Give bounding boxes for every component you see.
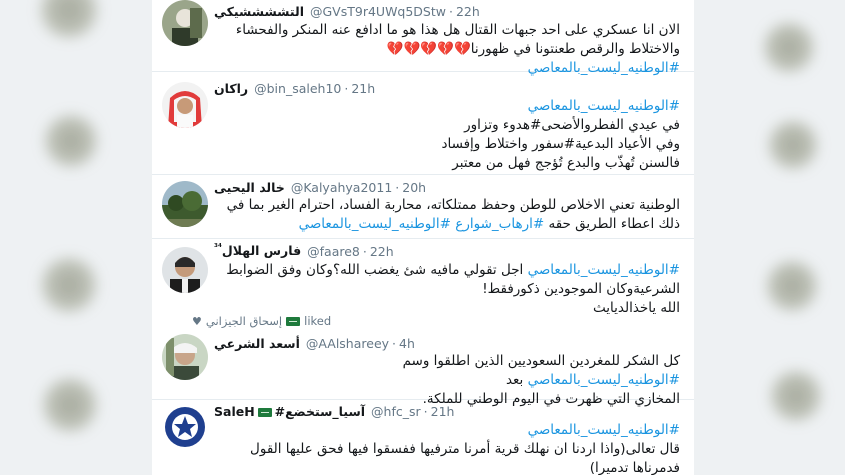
tweet-text-line: #الوطنيه_ليست_بالمعاصي بعد	[214, 371, 680, 390]
tweet-body: الان انا عسكري على احد جبهات القتال هل ه…	[214, 21, 680, 78]
handle[interactable]: @faare8	[307, 244, 360, 259]
hashtag-link[interactable]: #الوطنيه_ليست_بالمعاصي	[528, 262, 680, 278]
timestamp[interactable]: 21h	[351, 81, 375, 96]
timestamp[interactable]: 20h	[402, 180, 426, 195]
timestamp[interactable]: 21h	[431, 404, 455, 419]
separator: ·	[392, 335, 397, 351]
hashtag-link[interactable]: #الوطنيه_ليست_بالمعاصي	[214, 421, 680, 440]
tweet-body: #الوطنيه_ليست_بالمعاصي في عيدي الفطروالأ…	[214, 97, 680, 173]
tweet-text-line: #الوطنيه_ليست_بالمعاصي اجل تقولي مافيه ش…	[214, 261, 680, 280]
name-prefix: SaleH	[214, 403, 255, 419]
display-name[interactable]: راكان	[214, 81, 248, 96]
display-name[interactable]: فارس الهلال³⁴	[214, 243, 301, 258]
blurred-avatar	[38, 375, 102, 435]
display-name[interactable]: خالد اليحيى	[214, 180, 285, 195]
blurred-avatar	[766, 368, 826, 424]
tweet-header: SaleH آسيا_ستخضع# @hfc_sr · 21h	[214, 402, 454, 420]
handle[interactable]: @Kalyahya2011	[291, 180, 392, 195]
tweet-text: ذلك اعطاء الطريق حقه	[548, 216, 680, 232]
name-suffix: ³⁴	[214, 243, 222, 254]
tweet-text: بعد	[505, 372, 524, 388]
blurred-avatar	[36, 255, 102, 315]
avatar[interactable]	[162, 334, 208, 380]
handle[interactable]: @bin_saleh10	[254, 81, 341, 96]
tweet-text-line: كل الشكر للمغردين السعوديين الذين اطلقوا…	[402, 353, 680, 369]
hashtag-link[interactable]: #الوطنيه_ليست_بالمعاصي	[214, 97, 680, 116]
hashtag-link[interactable]: #ارهاب_شوارع	[455, 216, 544, 232]
tweet-header: التششششيكي @GVsT9r4UWq5DStw · 22h	[214, 2, 480, 20]
avatar[interactable]	[162, 247, 208, 293]
tweet-text-line: وفي الأعياد البدعية#سفور واختلاط وإفساد	[441, 136, 680, 152]
blurred-avatar	[34, 0, 104, 40]
tweet-text-line: والاختلاط والرقص طعنتونا في ظهورنا💔💔💔💔💔	[214, 40, 680, 59]
blurred-avatar	[40, 112, 102, 170]
name-text: فارس الهلال	[221, 243, 302, 259]
hashtag-link[interactable]: #الوطنيه_ليست_بالمعاصي	[528, 372, 680, 388]
name-text: آسيا_ستخضع#	[274, 403, 366, 419]
blurred-avatar	[762, 258, 822, 314]
handle[interactable]: @hfc_sr	[371, 404, 421, 419]
handle[interactable]: @GVsT9r4UWq5DStw	[310, 4, 446, 19]
tweet-timeline: التششششيكي @GVsT9r4UWq5DStw · 22h الان ا…	[152, 0, 694, 475]
separator: ·	[423, 403, 428, 419]
blurred-avatar	[764, 118, 822, 172]
separator: ·	[344, 80, 349, 96]
left-background	[0, 0, 152, 475]
tweet-body: #الوطنيه_ليست_بالمعاصي قال تعالى(واذا ار…	[214, 421, 680, 475]
tweet-text-line: في عيدي الفطروالأضحى#هدوء وتزاور	[464, 117, 680, 133]
tweet-text: والاختلاط والرقص طعنتونا في ظهورنا	[470, 41, 680, 57]
handle[interactable]: @AAlshareey	[306, 336, 389, 351]
tweet[interactable]: التششششيكي @GVsT9r4UWq5DStw · 22h الان ا…	[152, 0, 694, 76]
right-background	[694, 0, 845, 475]
tweet-body: #الوطنيه_ليست_بالمعاصي اجل تقولي مافيه ش…	[214, 261, 680, 318]
timestamp[interactable]: 4h	[399, 336, 415, 351]
timestamp[interactable]: 22h	[370, 244, 394, 259]
display-name[interactable]: أسعد الشرعي	[214, 336, 300, 351]
tweet[interactable]: أسعد الشرعي @AAlshareey · 4h كل الشكر لل…	[152, 324, 694, 407]
separator: ·	[362, 243, 367, 259]
avatar[interactable]	[162, 404, 208, 450]
tweet-text: اجل تقولي مافيه شئ يغضب الله؟وكان وفق ال…	[226, 262, 524, 278]
tweet-header: فارس الهلال³⁴ @faare8 · 22h	[214, 242, 394, 260]
tweet-header: راكان @bin_saleh10 · 21h	[214, 79, 375, 97]
tweet[interactable]: فارس الهلال³⁴ @faare8 · 22h #الوطنيه_ليس…	[152, 239, 694, 324]
display-name[interactable]: SaleH آسيا_ستخضع#	[214, 404, 365, 419]
tweet-text-line: فالسنن تُهذّب والبدع تُؤجج فهل من معتبر	[452, 155, 680, 171]
tweet[interactable]: خالد اليحيى @Kalyahya2011 · 20h الوطنية …	[152, 175, 694, 239]
separator: ·	[395, 179, 400, 195]
tweet[interactable]: راكان @bin_saleh10 · 21h #الوطنيه_ليست_ب…	[152, 72, 694, 175]
tweet-text-line: قال تعالى(واذا اردنا ان نهلك قرية أمرنا …	[250, 441, 680, 457]
tweet-header: أسعد الشرعي @AAlshareey · 4h	[214, 334, 415, 352]
hashtag-link[interactable]: #الوطنيه_ليست_بالمعاصي	[299, 216, 451, 232]
tweet-header: خالد اليحيى @Kalyahya2011 · 20h	[214, 178, 426, 196]
tweet-text-line: الوطنية تعني الاخلاص للوطن وحفظ ممتلكاته…	[226, 197, 680, 213]
separator: ·	[449, 3, 453, 19]
display-name[interactable]: التششششيكي	[214, 4, 304, 19]
tweet[interactable]: SaleH آسيا_ستخضع# @hfc_sr · 21h #الوطنيه_…	[152, 400, 694, 475]
tweet-text-line: فدمرناها تدميرا)	[589, 460, 680, 475]
saudi-flag-icon	[257, 407, 272, 417]
broken-heart-emojis: 💔💔💔💔💔	[386, 41, 471, 57]
avatar[interactable]	[162, 181, 208, 227]
tweet-text-line: ذلك اعطاء الطريق حقه #ارهاب_شوارع #الوطن…	[214, 215, 680, 234]
tweet-text-line: الشرعيةوكان الموجودين ذكورفقط!	[482, 281, 680, 297]
tweet-text-line: الان انا عسكري على احد جبهات القتال هل ه…	[235, 22, 680, 38]
tweet-body: الوطنية تعني الاخلاص للوطن وحفظ ممتلكاته…	[214, 196, 680, 234]
avatar[interactable]	[162, 0, 208, 46]
blurred-avatar	[759, 20, 819, 75]
timestamp[interactable]: 22h	[456, 4, 480, 19]
avatar[interactable]	[162, 82, 208, 128]
